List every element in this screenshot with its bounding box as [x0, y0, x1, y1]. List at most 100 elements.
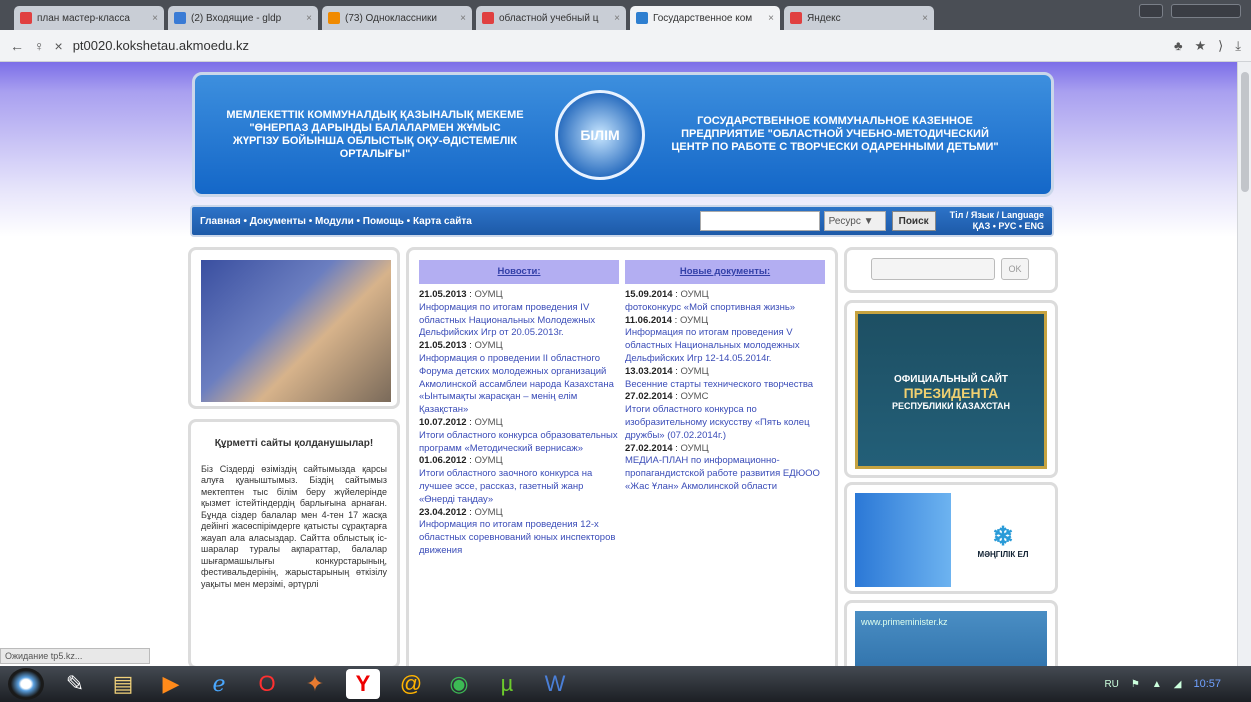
status-bar: Ожидание tp5.kz...	[0, 648, 150, 664]
tab-favicon-icon	[636, 12, 648, 24]
back-arrow-icon[interactable]: ←	[10, 38, 24, 54]
sidebar-search-input[interactable]	[871, 258, 995, 280]
doc-link[interactable]: Весенние старты технического творчества	[625, 379, 825, 392]
news-org: ОУМЦ	[474, 340, 503, 352]
mail-agent-icon[interactable]: @	[394, 669, 428, 699]
folder-icon[interactable]: ▤	[106, 669, 140, 699]
doc-link[interactable]: МЕДИА-ПЛАН по информационно-пропагандист…	[625, 455, 825, 493]
tab-label: Яндекс	[807, 12, 841, 24]
opera-icon[interactable]: O	[250, 669, 284, 699]
tab-favicon-icon	[790, 12, 802, 24]
doc-org: ОУМЦ	[679, 314, 709, 326]
doc-item: 15.09.2014 : ОУМЦ фотоконкурс «Мой спорти…	[625, 289, 825, 315]
close-icon[interactable]: ×	[922, 13, 928, 24]
close-icon[interactable]: ×	[768, 13, 774, 24]
primeminister-banner[interactable]: www.primeminister.kz	[855, 611, 1047, 666]
search-button[interactable]: Поиск	[891, 211, 936, 231]
network-icon[interactable]: ▲	[1152, 679, 1162, 690]
primeminister-banner-box: www.primeminister.kz	[844, 600, 1058, 666]
window-buttons[interactable]	[1171, 4, 1241, 18]
media-player-icon[interactable]: ▶	[154, 669, 188, 699]
news-org: ОУМЦ	[474, 506, 503, 518]
clock[interactable]: 10:57	[1193, 678, 1221, 690]
news-org: ОУМЦ	[474, 289, 503, 300]
nav-links[interactable]: Главная • Документы • Модули • Помощь • …	[200, 216, 700, 227]
president-banner-line2: ПРЕЗИДЕНТА	[903, 385, 999, 401]
tab-favicon-icon	[20, 12, 32, 24]
news-link[interactable]: Итоги областного конкурса образовательны…	[419, 430, 619, 456]
tray-flag-icon[interactable]: ⚑	[1131, 679, 1140, 690]
extension-icon[interactable]: ♣	[1174, 38, 1183, 54]
mangilik-el-banner[interactable]: ❄ МӘҢГІЛІК ЕЛ	[855, 493, 1047, 587]
news-org: ОУМЦ	[474, 455, 503, 467]
internet-explorer-icon[interactable]: ℯ	[202, 669, 236, 699]
page-scrollbar[interactable]	[1237, 62, 1251, 666]
sign-icon[interactable]: ♀	[34, 38, 45, 54]
resource-select[interactable]: Ресурс ▼	[823, 211, 886, 231]
app-icon[interactable]: ✦	[298, 669, 332, 699]
close-icon[interactable]: ×	[460, 13, 466, 24]
news-link[interactable]: Итоги областного заочного конкурса на лу…	[419, 468, 619, 506]
close-icon[interactable]: ×	[152, 13, 158, 24]
doc-date: 11.06.2014	[625, 314, 673, 326]
tab-5-active[interactable]: Государственное ком ×	[630, 6, 780, 30]
web-page: МЕМЛЕКЕТТІК КОММУНАЛДЫҚ ҚАЗЫНАЛЫҚ МЕКЕМЕ…	[0, 62, 1251, 666]
doc-link[interactable]: фотоконкурс «Мой спортивная жизнь»	[625, 302, 825, 315]
scrollbar-thumb[interactable]	[1241, 72, 1249, 192]
doc-link[interactable]: Итоги областного конкурса по изобразител…	[625, 404, 825, 442]
download-icon[interactable]: ⤓	[1235, 38, 1241, 54]
news-link[interactable]: Информация по итогам проведения IV облас…	[419, 302, 619, 340]
select-value: Ресурс	[828, 215, 861, 227]
tab-label: Государственное ком	[653, 12, 753, 24]
word-icon[interactable]: W	[538, 669, 572, 699]
primeminister-url: www.primeminister.kz	[861, 617, 948, 627]
menu-icon[interactable]: ⟩	[1218, 38, 1223, 54]
doc-date: 27.02.2014	[625, 442, 673, 454]
tab-1[interactable]: план мастер-класса ×	[14, 6, 164, 30]
user-icon[interactable]	[1139, 4, 1163, 18]
tab-3[interactable]: (73) Одноклассники ×	[322, 6, 472, 30]
stop-icon[interactable]: ×	[55, 38, 63, 54]
news-column: Новости: 21.05.2013 : ОУМЦ Информация по …	[419, 260, 619, 558]
tab-2[interactable]: (2) Входящие - gldp ×	[168, 6, 318, 30]
doc-org: ОУМЦ	[680, 365, 709, 377]
tab-favicon-icon	[328, 12, 340, 24]
close-icon[interactable]: ×	[306, 13, 312, 24]
news-date: 01.06.2012	[419, 455, 467, 467]
photo-box	[188, 247, 400, 409]
pen-icon[interactable]: ✎	[58, 669, 92, 699]
tab-4[interactable]: областной учебный ц ×	[476, 6, 626, 30]
site-search-input[interactable]	[699, 211, 820, 231]
ok-button[interactable]: OK	[1001, 258, 1029, 280]
start-button[interactable]	[8, 668, 44, 700]
taskbar: ✎ ▤ ▶ ℯ O ✦ Y @ ◉ µ W RU ⚑ ▲ ◢ 10:57	[0, 666, 1251, 702]
doc-item: 27.02.2014 : ОУМС Итоги областного конкур…	[625, 391, 825, 442]
doc-link[interactable]: Информация по итогам проведения V област…	[625, 327, 825, 365]
bookmark-star-icon[interactable]: ★	[1195, 38, 1207, 54]
chrome-icon[interactable]: ◉	[442, 669, 476, 699]
news-link[interactable]: Информация о проведении II областного Фо…	[419, 353, 619, 417]
volume-icon[interactable]: ◢	[1174, 679, 1182, 690]
mangilik-banner-box: ❄ МӘҢГІЛІК ЕЛ	[844, 482, 1058, 594]
president-site-banner[interactable]: ОФИЦИАЛЬНЫЙ САЙТ ПРЕЗИДЕНТА РЕСПУБЛИКИ К…	[855, 311, 1047, 469]
yandex-browser-icon[interactable]: Y	[346, 669, 380, 699]
news-item: 23.04.2012 : ОУМЦ Информация по итогам пр…	[419, 507, 619, 558]
url-input[interactable]: pt0020.kokshetau.akmoedu.kz	[73, 38, 1164, 53]
documents-header-link[interactable]: Новые документы:	[625, 260, 825, 284]
doc-date: 15.09.2014	[625, 289, 673, 300]
language-switcher[interactable]: Тіл / Язык / Language ҚАЗ • РУС • ENG	[950, 210, 1044, 232]
tab-label: областной учебный ц	[499, 12, 599, 24]
close-icon[interactable]: ×	[614, 13, 620, 24]
news-item: 01.06.2012 : ОУМЦ Итоги областного заочно…	[419, 455, 619, 506]
mangilik-text: МӘҢГІЛІК ЕЛ	[977, 549, 1029, 559]
news-header-link[interactable]: Новости:	[419, 260, 619, 284]
tab-label: (73) Одноклассники	[345, 12, 437, 24]
doc-date: 27.02.2014	[625, 391, 673, 403]
lang-line2[interactable]: ҚАЗ • РУС • ENG	[973, 221, 1044, 231]
torrent-icon[interactable]: µ	[490, 669, 524, 699]
language-indicator[interactable]: RU	[1104, 679, 1118, 690]
doc-org: ОУМЦ	[680, 289, 709, 300]
doc-item: 11.06.2014 : ОУМЦ Информация по итогам пр…	[625, 315, 825, 366]
news-link[interactable]: Информация по итогам проведения 12-х обл…	[419, 519, 619, 557]
tab-6[interactable]: Яндекс ×	[784, 6, 934, 30]
